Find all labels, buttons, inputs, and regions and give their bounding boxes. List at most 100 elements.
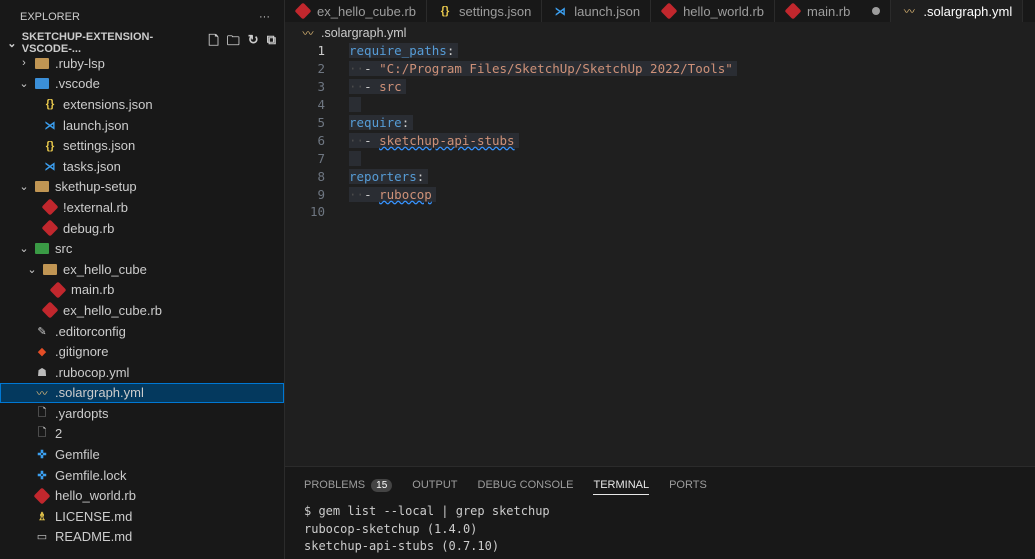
code-line: 2 ··- "C:/Program Files/SketchUp/SketchUp… <box>285 60 737 78</box>
file-item[interactable]: ex_hello_cube.rb <box>0 300 284 321</box>
file-item[interactable]: ✜ Gemfile <box>0 444 284 465</box>
file-item[interactable]: ⋊ launch.json <box>0 115 284 136</box>
file-item[interactable]: ◆ .gitignore <box>0 341 284 362</box>
item-label: .editorconfig <box>55 323 126 339</box>
code-token: src <box>379 79 402 95</box>
file-icon: 🗋 <box>37 406 47 419</box>
item-label: 2 <box>55 426 63 442</box>
src-folder-icon <box>34 242 50 256</box>
folder-item[interactable]: ⌄ src <box>0 238 284 259</box>
code-editor[interactable]: 1 require_paths: 2 ··- "C:/Program Files/Sk… <box>285 42 737 221</box>
json-icon: {} <box>45 98 55 111</box>
terminal-output[interactable]: $ gem list --local | grep sketchup ruboco… <box>285 503 1035 556</box>
git-icon: ◆ <box>37 346 47 359</box>
item-label: launch.json <box>63 117 129 133</box>
line-text: reporters: <box>349 168 429 184</box>
terminal-line: rubocop-sketchup (1.4.0) <box>304 521 478 536</box>
code-token: - <box>364 186 380 202</box>
tab-hello_worldrb[interactable]: hello_world.rb <box>651 0 776 22</box>
file-item[interactable]: {} extensions.json <box>0 94 284 115</box>
panel-tab-label: PROBLEMS <box>304 479 366 491</box>
code-line: 9 ··- rubocop <box>285 185 737 203</box>
code-token: ·· <box>349 79 365 95</box>
new-file-icon[interactable]: 🗋 <box>208 32 218 54</box>
file-item[interactable]: hello_world.rb <box>0 485 284 506</box>
panel-tab-label: PORTS <box>669 479 707 491</box>
tab-label: settings.json <box>459 3 532 19</box>
license-icon: ♗ <box>37 510 47 523</box>
line-number: 2 <box>317 61 325 77</box>
tab-launchjson[interactable]: ⋊ launch.json <box>542 0 652 22</box>
gemfile-icon: ✜ <box>37 469 47 482</box>
file-item[interactable]: ☗ .rubocop.yml <box>0 362 284 383</box>
panel-tab-label: DEBUG CONSOLE <box>477 479 574 491</box>
json-icon: {} <box>440 5 450 17</box>
terminal-line: $ gem list --local | grep sketchup <box>304 504 550 518</box>
item-label: extensions.json <box>63 96 153 112</box>
file-item[interactable]: ♗ LICENSE.md <box>0 506 284 527</box>
file-item[interactable]: ⋊ tasks.json <box>0 156 284 177</box>
tab-label: .solargraph.yml <box>923 3 1013 19</box>
item-label: skethup-setup <box>55 179 137 195</box>
file-item[interactable]: debug.rb <box>0 218 284 239</box>
vscode-icon: ⋊ <box>44 160 56 173</box>
item-label: .gitignore <box>55 344 109 360</box>
file-item[interactable]: ▭ README.md <box>0 527 284 548</box>
line-text: ··- rubocop <box>349 186 436 202</box>
tab-mainrb[interactable]: main.rb <box>775 0 892 22</box>
item-label: LICENSE.md <box>55 508 133 524</box>
folder-item[interactable]: › .ruby-lsp <box>0 53 284 74</box>
tab-solargraphyml[interactable]: 〰 .solargraph.yml <box>891 0 1024 22</box>
ruby-icon <box>49 281 67 299</box>
more-actions-button[interactable]: ··· <box>259 11 270 23</box>
tab-ex_hello_cuberb[interactable]: ex_hello_cube.rb <box>285 0 428 22</box>
new-folder-icon[interactable]: 🗀 <box>227 32 240 54</box>
folder-item[interactable]: ⌄ skethup-setup <box>0 177 284 198</box>
folder-item[interactable]: ⌄ ex_hello_cube <box>0 259 284 280</box>
item-label: !external.rb <box>63 199 129 215</box>
breadcrumb[interactable]: 〰 .solargraph.yml <box>300 26 407 40</box>
file-item[interactable]: 🗋 2 <box>0 424 284 445</box>
file-icon: 🗋 <box>37 427 47 440</box>
item-label: hello_world.rb <box>55 488 136 504</box>
item-label: debug.rb <box>63 220 115 236</box>
collapse-all-icon[interactable]: ⧉ <box>267 32 276 54</box>
line-text <box>349 150 361 166</box>
code-token: require <box>349 115 402 130</box>
unsaved-dot-icon[interactable] <box>872 7 881 15</box>
explorer-sidebar: EXPLORER ··· ⌄ SKETCHUP-EXTENSION-VSCODE-.… <box>0 0 285 559</box>
file-item[interactable]: main.rb <box>0 280 284 301</box>
code-token: rubocop <box>379 186 432 202</box>
vscode-folder-icon <box>34 77 50 91</box>
code-token: : <box>401 115 410 130</box>
chevron-down-icon: ⌄ <box>19 243 29 256</box>
file-item[interactable]: !external.rb <box>0 197 284 218</box>
line-text: ··- src <box>349 79 406 95</box>
code-line: 1 require_paths: <box>285 42 737 60</box>
panel-tab-ports[interactable]: PORTS <box>669 479 707 491</box>
file-item[interactable]: {} settings.json <box>0 135 284 156</box>
project-header[interactable]: ⌄ SKETCHUP-EXTENSION-VSCODE-... 🗋 🗀 ↻ ⧉ <box>0 31 284 55</box>
tab-settingsjson[interactable]: {} settings.json <box>427 0 543 22</box>
file-item[interactable]: ✎ .editorconfig <box>0 321 284 342</box>
folder-icon <box>42 262 58 276</box>
line-number: 9 <box>317 186 325 202</box>
code-token: require_paths <box>349 43 447 59</box>
folder-item[interactable]: ⌄ .vscode <box>0 74 284 95</box>
folder-icon <box>34 180 50 194</box>
problems-badge: 15 <box>371 479 393 492</box>
refresh-icon[interactable]: ↻ <box>248 32 259 54</box>
panel-tab-terminal[interactable]: TERMINAL <box>593 479 650 495</box>
file-item[interactable]: 🗋 .yardopts <box>0 403 284 424</box>
panel-tab-debug-console[interactable]: DEBUG CONSOLE <box>478 479 574 491</box>
code-token: - <box>364 79 380 95</box>
vscode-icon: ⋊ <box>554 5 566 18</box>
panel-tab-problems[interactable]: PROBLEMS 15 <box>304 479 393 492</box>
ruby-icon <box>294 2 312 20</box>
line-text <box>349 97 361 113</box>
file-item[interactable]: 〰 .solargraph.yml <box>0 382 284 404</box>
file-item[interactable]: ✜ Gemfile.lock <box>0 465 284 486</box>
code-token: ·· <box>349 61 365 77</box>
panel-tab-output[interactable]: OUTPUT <box>412 479 457 491</box>
item-label: src <box>55 241 73 257</box>
